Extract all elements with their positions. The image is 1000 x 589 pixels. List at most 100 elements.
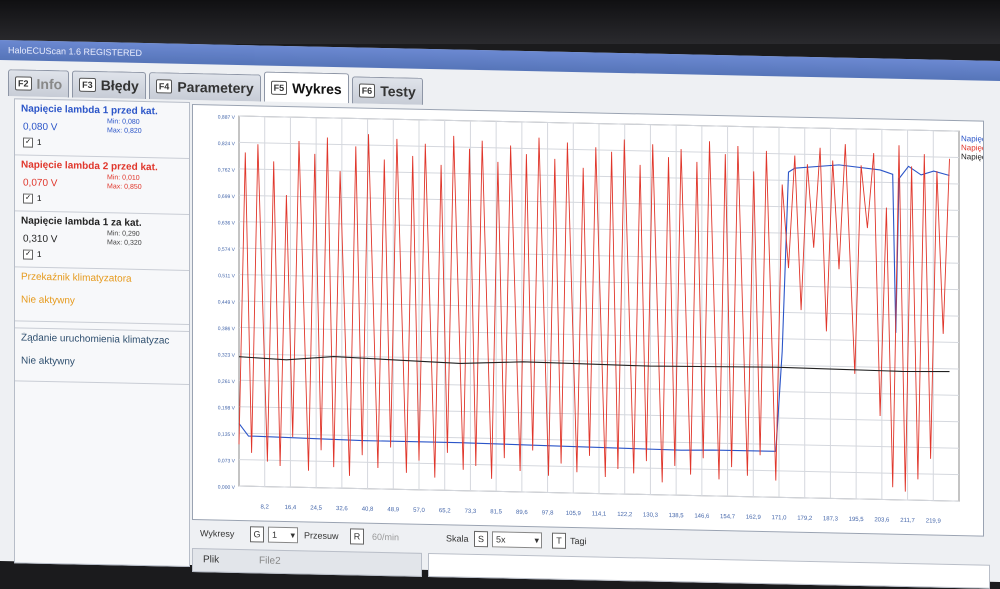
- signal-item[interactable]: Napięcie lambda 1 przed kat. 0,080 V Min…: [15, 99, 189, 159]
- tagi-hotkey[interactable]: T: [552, 532, 566, 549]
- x-tick-label: 146,6: [694, 514, 710, 520]
- x-tick-label: 57,0: [413, 508, 425, 514]
- signal-value: 0,310 V: [23, 233, 58, 246]
- tab-info[interactable]: F2 Info: [8, 69, 70, 98]
- signal-minmax: Min: 0,010 Max: 0,850: [107, 173, 142, 192]
- y-tick-label: 0,574 V: [218, 247, 236, 253]
- signal-minmax: Min: 0,080 Max: 0,820: [107, 117, 142, 136]
- signal-checkbox[interactable]: ✓: [23, 193, 33, 204]
- wykresy-select-value: 1: [272, 529, 278, 540]
- skala-label: Skala: [446, 533, 469, 544]
- y-tick-label: 0,449 V: [218, 300, 236, 306]
- tab-bledy[interactable]: F3 Błędy: [72, 70, 146, 100]
- y-tick-label: 0,824 V: [218, 141, 236, 147]
- signal-chart-number: 1: [37, 249, 42, 259]
- tab-label: Parametery: [177, 78, 254, 97]
- plik-value[interactable]: File2: [259, 555, 281, 566]
- y-tick-label: 0,762 V: [218, 167, 236, 173]
- y-tick-label: 0,386 V: [218, 326, 236, 332]
- x-tick-label: 97,8: [542, 510, 554, 516]
- signal-panel: Napięcie lambda 1 przed kat. 0,080 V Min…: [14, 98, 190, 567]
- y-tick-label: 0,511 V: [218, 273, 236, 279]
- y-tick-label: 0,636 V: [218, 220, 236, 226]
- tab-key: F2: [15, 76, 32, 91]
- file-bar: Plik File2: [192, 548, 422, 577]
- tab-wykres[interactable]: F5 Wykres: [263, 71, 349, 104]
- x-tick-label: 24,5: [310, 506, 322, 512]
- wykresy-select[interactable]: 1 ▾: [268, 526, 298, 544]
- chevron-down-icon: ▾: [290, 530, 295, 541]
- wykresy-hotkey: G: [250, 526, 264, 543]
- y-tick-label: 0,000 V: [218, 485, 236, 491]
- signal-name: Napięcie lambda 1 przed kat.: [21, 103, 158, 118]
- x-tick-label: 105,9: [566, 511, 582, 517]
- status-item[interactable]: Przekaźnik klimatyzatora Nie aktywny: [15, 267, 189, 325]
- skala-select-value: 5x: [496, 534, 506, 545]
- skala-hotkey: S: [474, 530, 488, 548]
- y-tick-label: 0,887 V: [218, 115, 236, 121]
- x-tick-label: 122,2: [617, 512, 633, 518]
- chevron-down-icon: ▾: [534, 535, 539, 546]
- x-tick-label: 187,3: [823, 516, 839, 522]
- skala-select[interactable]: 5x ▾: [492, 531, 542, 549]
- chart-panel[interactable]: 0,000 V 0,073 V 0,135 V 0,198 V 0,261 V 0,323…: [192, 104, 1000, 537]
- x-tick-label: 162,9: [746, 515, 762, 521]
- signal-max: Max: 0,320: [107, 239, 142, 247]
- plik-label: Plik: [203, 554, 220, 566]
- status-state: Nie aktywny: [21, 294, 75, 307]
- y-tick-label: 0,073 V: [218, 458, 236, 464]
- y-tick-label: 0,198 V: [218, 405, 236, 411]
- tab-testy[interactable]: F6 Testy: [351, 76, 423, 105]
- app-window: HaloECUScan 1.6 REGISTERED F2 Info F3 Błęd…: [0, 40, 1000, 589]
- x-tick-label: 73,3: [465, 509, 477, 515]
- x-tick-label: 219,9: [926, 518, 942, 524]
- przesuw-label: Przesuw: [304, 530, 339, 542]
- x-tick-label: 203,6: [874, 517, 890, 523]
- tab-label: Błędy: [100, 77, 139, 94]
- signal-item[interactable]: Napięcie lambda 2 przed kat. 0,070 V Min…: [15, 155, 189, 215]
- y-tick-label: 0,261 V: [218, 379, 236, 385]
- tab-key: F3: [79, 77, 96, 93]
- x-tick-label: 32,6: [336, 506, 348, 512]
- x-tick-label: 154,7: [720, 514, 736, 520]
- x-tick-label: 138,5: [669, 513, 685, 519]
- x-tick-label: 195,5: [849, 517, 865, 523]
- tab-label: Wykres: [292, 79, 342, 97]
- signal-max: Max: 0,850: [107, 183, 142, 191]
- signal-checkbox[interactable]: ✓: [23, 249, 33, 260]
- signal-value: 0,070 V: [23, 177, 58, 190]
- przesuw-value[interactable]: 60/min: [372, 532, 399, 543]
- x-tick-label: 65,2: [439, 508, 451, 514]
- tab-key: F6: [358, 83, 376, 98]
- x-tick-label: 81,5: [490, 509, 502, 515]
- x-tick-label: 179,2: [797, 516, 813, 522]
- x-tick-label: 16,4: [285, 505, 297, 511]
- signal-max: Max: 0,820: [107, 127, 142, 135]
- file-info-field: [428, 552, 990, 589]
- line-chart: 0,000 V 0,073 V 0,135 V 0,198 V 0,261 V 0,323…: [218, 115, 1000, 525]
- tagi-label: Tagi: [570, 535, 587, 547]
- tab-label: Info: [36, 75, 63, 93]
- signal-value: 0,080 V: [23, 121, 58, 134]
- signal-name: Napięcie lambda 2 przed kat.: [21, 159, 158, 174]
- tab-parametery[interactable]: F4 Parametery: [148, 72, 261, 102]
- x-tick-label: 211,7: [900, 518, 915, 524]
- x-tick-label: 114,1: [592, 511, 607, 517]
- x-tick-label: 48,9: [387, 507, 399, 513]
- tab-label: Testy: [380, 82, 416, 100]
- signal-checkbox[interactable]: ✓: [23, 137, 33, 148]
- signal-item[interactable]: Napięcie lambda 1 za kat. 0,310 V Min: 0…: [15, 211, 189, 271]
- monitor-bezel: [0, 0, 1000, 44]
- y-tick-label: 0,699 V: [218, 194, 236, 200]
- signal-minmax: Min: 0,290 Max: 0,320: [107, 229, 142, 248]
- signal-chart-number: 1: [37, 137, 42, 147]
- tab-key: F5: [270, 80, 288, 95]
- status-item[interactable]: Żądanie uruchomienia klimatyzac Nie akty…: [15, 327, 189, 385]
- signal-name: Napięcie lambda 1 za kat.: [21, 215, 142, 229]
- x-tick-label: 171,0: [771, 515, 787, 521]
- wykresy-label: Wykresy: [200, 528, 235, 539]
- status-state: Nie aktywny: [21, 355, 75, 368]
- status-name: Przekaźnik klimatyzatora: [21, 271, 132, 285]
- y-tick-label: 0,135 V: [218, 432, 236, 438]
- legend-item: Napięcie lamb: [961, 152, 983, 162]
